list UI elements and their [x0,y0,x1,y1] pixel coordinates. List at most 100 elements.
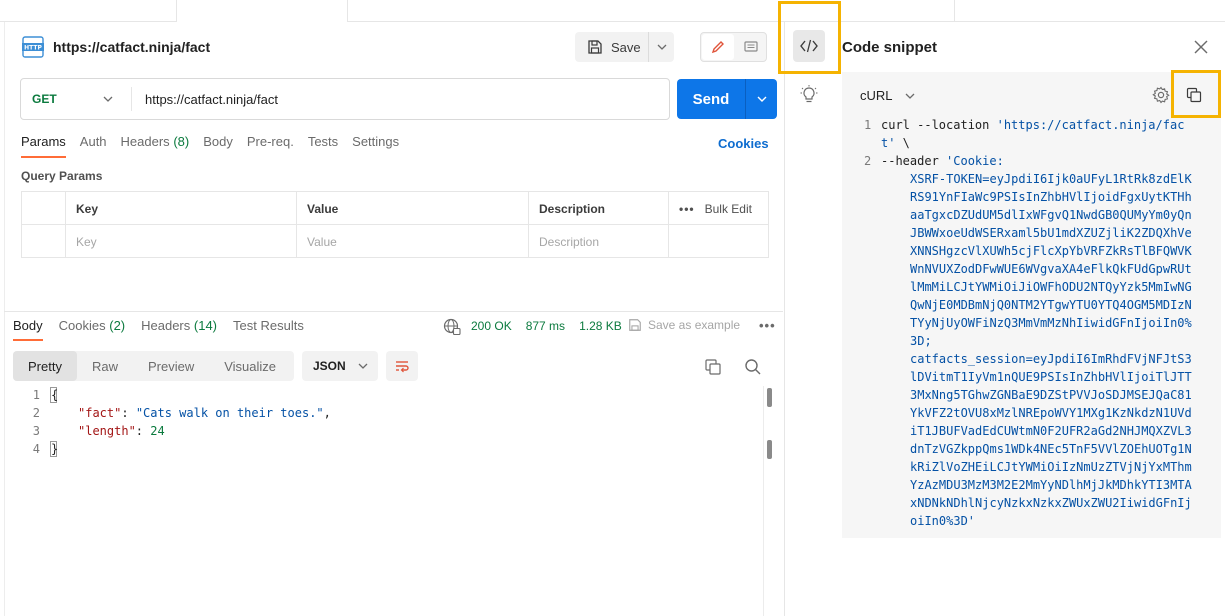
description-input[interactable]: Description [529,225,669,258]
view-pretty[interactable]: Pretty [13,351,77,381]
column-header-description: Description [529,192,669,225]
tab-response-cookies-count: (2) [109,318,126,333]
line-continuation: \ [895,136,910,150]
url-bar: GET https://catfact.ninja/fact [20,78,670,120]
save-button[interactable]: Save [575,32,647,62]
snippet-text: curl --location 'https://catfact.ninja/f… [881,116,1194,152]
open-brace: { [50,387,59,403]
comment-mode-button[interactable] [735,34,766,60]
mode-toggle-group [700,32,767,62]
tab-response-cookies[interactable]: Cookies (2) [59,318,125,341]
save-as-example-button[interactable]: Save as example [628,318,740,332]
more-options-icon[interactable]: ••• [679,202,695,216]
line-number: 4 [32,442,40,456]
tab-body[interactable]: Body [203,134,233,158]
scroll-marker[interactable] [767,388,772,407]
response-size[interactable]: 1.28 KB [579,319,622,333]
cookies-link[interactable]: Cookies [718,136,769,151]
method-dropdown[interactable] [103,79,113,119]
tab-headers-count: (8) [173,134,190,149]
copy-icon[interactable] [704,358,722,376]
key-input[interactable]: Key [66,225,297,258]
wrap-lines-button[interactable] [386,351,418,381]
request-response-divider[interactable] [4,311,783,312]
snippet-line: 1 curl --location 'https://catfact.ninja… [864,116,1194,152]
close-icon[interactable] [1193,39,1209,55]
view-raw[interactable]: Raw [77,351,133,381]
search-icon[interactable] [744,358,762,376]
response-meta: 200 OK 877 ms 1.28 KB [471,319,622,333]
tab-response-body[interactable]: Body [13,318,43,341]
empty-cell [669,225,768,258]
request-tabs: Params Auth Headers (8) Body Pre-req. Te… [21,134,413,158]
json-key: "length" [78,424,136,438]
code-text: "fact": "Cats walk on their toes.", [78,406,331,420]
header-start: 'Cookie: [946,154,1004,168]
code-snippet[interactable]: 1 curl --location 'https://catfact.ninja… [864,116,1194,530]
json-number: 24 [150,424,165,438]
params-table: Key Value Description ••• Bulk Edit Key V… [21,191,769,258]
comment-icon [743,41,758,52]
table-header-row: Key Value Description ••• Bulk Edit [22,192,768,225]
view-visualize[interactable]: Visualize [209,351,291,381]
response-time[interactable]: 877 ms [526,319,565,333]
url-divider [131,87,132,111]
pencil-icon [711,41,724,54]
lightbulb-icon[interactable] [800,85,818,105]
row-checkbox-cell [22,225,66,258]
copy-icon[interactable] [1186,87,1202,103]
tab-tests[interactable]: Tests [308,134,338,158]
tab-settings[interactable]: Settings [352,134,399,158]
bulk-edit-label: Bulk Edit [704,201,752,216]
tab-headers-label: Headers [120,134,170,149]
snippet-text: --header 'Cookie: [881,152,1194,170]
language-label: cURL [860,88,893,103]
http-file-icon: HTTP [22,36,44,58]
request-tab[interactable] [176,0,348,22]
edit-mode-button[interactable] [702,34,734,60]
tab-headers[interactable]: Headers (8) [121,134,190,158]
value-input[interactable]: Value [297,225,529,258]
panel-splitter[interactable] [784,22,785,616]
view-mode-group: Pretty Raw Preview Visualize [13,351,294,381]
view-preview[interactable]: Preview [133,351,209,381]
scroll-track [763,386,764,616]
line-number: 1 [32,388,40,402]
tab-test-results[interactable]: Test Results [233,318,304,341]
code-line: 1 { [20,386,331,404]
method-select[interactable]: GET [32,79,57,119]
save-dropdown-button[interactable] [649,32,674,62]
close-brace: } [50,441,59,457]
save-label: Save [611,39,641,55]
table-row: Key Value Description [22,225,768,258]
tab-response-headers-label: Headers [141,318,191,333]
line-number: 3 [32,424,40,438]
send-dropdown-button[interactable] [746,79,777,119]
tab-prereq[interactable]: Pre-req. [247,134,294,158]
format-select[interactable]: JSON [302,351,378,381]
url-input[interactable]: https://catfact.ninja/fact [145,79,278,119]
code-line: 3 "length": 24 [20,422,331,440]
highlight-box [778,1,841,74]
tab-params[interactable]: Params [21,134,66,158]
language-select[interactable]: cURL [860,88,915,103]
chevron-down-icon [358,363,368,369]
globe-icon[interactable] [443,318,461,336]
floppy-disk-icon [588,40,602,54]
gear-icon[interactable] [1152,86,1170,104]
tab-response-headers[interactable]: Headers (14) [141,318,217,341]
send-button[interactable]: Send [677,79,745,119]
curl-command: curl --location [881,118,997,132]
tab-divider [954,0,955,22]
status-code[interactable]: 200 OK [471,319,512,333]
response-more-icon[interactable]: ••• [759,318,776,333]
tab-auth[interactable]: Auth [80,134,107,158]
send-button-group: Send [677,79,777,119]
json-key: "fact" [78,406,122,420]
chevron-down-icon [103,96,113,102]
bulk-edit-button[interactable]: ••• Bulk Edit [669,192,768,225]
scroll-marker[interactable] [767,440,772,459]
line-number-spacer [864,350,881,530]
response-code[interactable]: 1 { 2 "fact": "Cats walk on their toes."… [20,386,331,458]
snippet-line: catfacts_session=eyJpdiI6ImRhdFVjNFJtS3l… [864,350,1194,530]
